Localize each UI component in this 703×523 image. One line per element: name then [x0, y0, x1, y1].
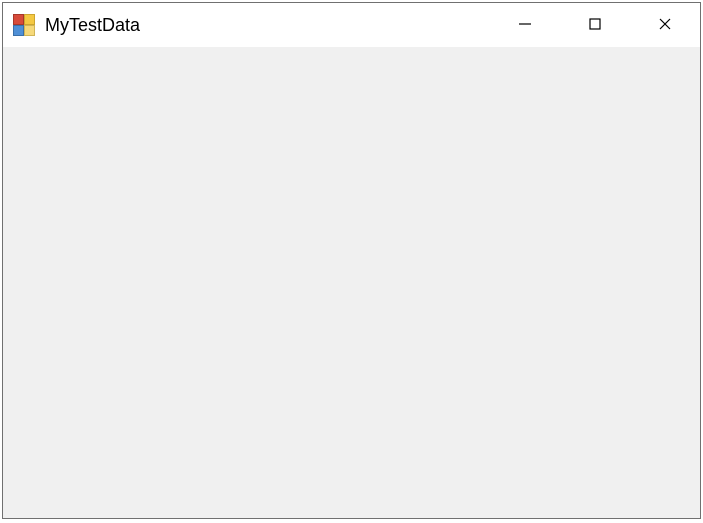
- maximize-button[interactable]: [560, 3, 630, 47]
- minimize-icon: [517, 16, 533, 35]
- close-icon: [657, 16, 673, 35]
- window-frame: MyTestData: [2, 2, 701, 519]
- window-title: MyTestData: [45, 3, 490, 47]
- app-icon: [13, 14, 35, 36]
- client-area: [3, 47, 700, 518]
- window-controls: [490, 3, 700, 47]
- close-button[interactable]: [630, 3, 700, 47]
- maximize-icon: [587, 16, 603, 35]
- minimize-button[interactable]: [490, 3, 560, 47]
- titlebar[interactable]: MyTestData: [3, 3, 700, 47]
